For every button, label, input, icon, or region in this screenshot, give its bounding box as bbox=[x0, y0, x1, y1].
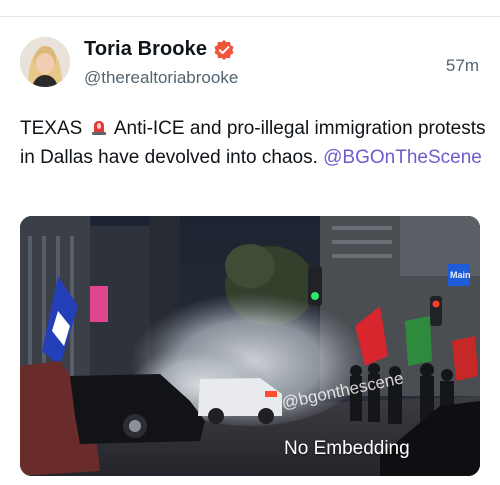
author-name-row: Toria Brooke bbox=[84, 38, 235, 61]
street-sign-label: Main bbox=[450, 270, 471, 280]
top-divider bbox=[0, 16, 500, 17]
tweet-text-start: TEXAS bbox=[20, 118, 83, 139]
no-embedding-label: No Embedding bbox=[284, 438, 410, 459]
author-handle[interactable]: @therealtoriabrooke bbox=[84, 68, 238, 88]
post-timestamp[interactable]: 57m bbox=[446, 56, 479, 76]
police-siren-icon bbox=[90, 116, 108, 135]
mention-link[interactable]: @BGOnTheScene bbox=[323, 147, 482, 168]
avatar-image bbox=[20, 37, 70, 87]
media-video[interactable]: Main @bgonthescene No Embedding bbox=[20, 216, 480, 476]
protest-street-scene-image bbox=[20, 216, 480, 476]
verified-badge-icon bbox=[213, 39, 235, 61]
author-display-name[interactable]: Toria Brooke bbox=[84, 38, 207, 61]
tweet-body: TEXAS Anti-ICE and pro-illegal immigrati… bbox=[20, 114, 490, 172]
avatar[interactable] bbox=[20, 37, 70, 87]
